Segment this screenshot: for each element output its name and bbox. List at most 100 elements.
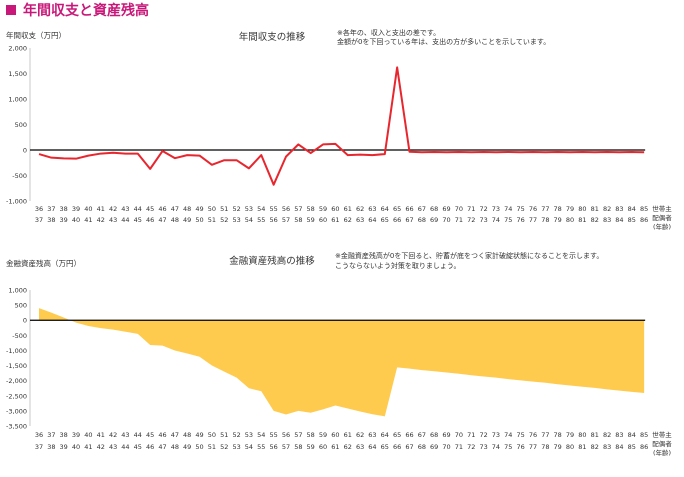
chart1-xtick-row1: 83 [615,205,623,213]
chart1-line-series [38,66,645,186]
chart2-xtick-row1: 50 [208,431,216,439]
chart2-xtick-row2: 64 [368,443,376,451]
chart2-xtick-row1: 66 [405,431,413,439]
chart1-xtick-row2: 73 [479,216,487,224]
chart2-xtick-row1: 69 [442,431,450,439]
chart1-xtick-row2: 47 [158,216,166,224]
chart1-xtick-row2: 38 [47,216,55,224]
chart2-xtick-row2: 57 [282,443,290,451]
chart2-xtick-row2: 80 [566,443,574,451]
chart1-xtick-row1: 62 [356,205,364,213]
chart1-xtick-row1: 54 [257,205,265,213]
chart1-xtick-row1: 77 [541,205,549,213]
chart1-note-line: ※各年の、収入と支出の差です。 [337,28,440,37]
chart2-xtick-row1: 58 [307,431,315,439]
chart1-xtick-row2: 77 [529,216,537,224]
chart1-xtick-row2: 63 [356,216,364,224]
chart1-ytick-label: -1,000 [6,198,27,206]
chart2-xtick-row1: 75 [517,431,525,439]
chart1-xtick-row2: 54 [245,216,253,224]
chart1-xtick-row2: 71 [455,216,463,224]
chart1-xtick-row1: 64 [381,205,389,213]
chart2-xtick-row2: 42 [97,443,105,451]
chart2-xtick-row2: 46 [146,443,154,451]
chart2-ytick-label: -1,500 [6,362,27,370]
chart2-xtick-row2: 53 [232,443,240,451]
chart2-xtick-row1: 46 [158,431,166,439]
chart1-xtick-row2: 40 [72,216,80,224]
chart2-xtick-row2: 61 [331,443,339,451]
chart2-xtick-row2: 66 [393,443,401,451]
chart2-x-unit: (年齢) [653,448,671,457]
chart2-xtick-row2: 40 [72,443,80,451]
chart1-xtick-row1: 44 [134,205,142,213]
chart1-x-unit: (年齢) [653,222,671,231]
chart1-xtick-row1: 50 [208,205,216,213]
chart1-xtick-row2: 58 [294,216,302,224]
chart2-ytick-label: -3,500 [6,423,27,431]
chart2-xtick-row2: 79 [554,443,562,451]
chart2-xtick-row1: 74 [504,431,512,439]
chart2-x-unit: 世帯主 [652,430,672,439]
chart2-xtick-row1: 52 [232,431,240,439]
chart1-xtick-row2: 86 [640,216,648,224]
chart1-xtick-row1: 43 [121,205,129,213]
chart1-xtick-row2: 46 [146,216,154,224]
chart1-xtick-row2: 83 [603,216,611,224]
chart2-xtick-row1: 71 [467,431,475,439]
chart2-xtick-row2: 59 [307,443,315,451]
chart2-xtick-row2: 84 [615,443,623,451]
chart2-ylabel: 金融資産残高（万円） [6,258,81,268]
chart2-xtick-row1: 36 [35,431,43,439]
chart2-xtick-row2: 45 [134,443,142,451]
chart2-ytick-label: -3,000 [6,407,27,415]
chart1-xtick-row2: 52 [220,216,228,224]
chart1-xtick-row2: 80 [566,216,574,224]
chart2-xtick-row1: 39 [72,431,80,439]
chart2-xtick-row1: 63 [368,431,376,439]
chart2-xtick-row1: 84 [628,431,636,439]
chart1-xtick-row1: 55 [270,205,278,213]
charts-canvas: 年間収支（万円） 年間収支の推移 ※各年の、収入と支出の差です。金額が0を下回ってい… [6,28,672,457]
chart2-xtick-row2: 72 [467,443,475,451]
chart1-xtick-row1: 65 [393,205,401,213]
chart1-xtick-row2: 64 [368,216,376,224]
chart2-xtick-row1: 40 [84,431,92,439]
chart1-xtick-row2: 56 [270,216,278,224]
chart2-xtick-row2: 70 [442,443,450,451]
chart2-xtick-row2: 56 [270,443,278,451]
chart1-xtick-row1: 52 [232,205,240,213]
chart1-xtick-row2: 60 [319,216,327,224]
chart2-xtick-row2: 86 [640,443,648,451]
chart2-xtick-row2: 39 [60,443,68,451]
chart2-xtick-row2: 69 [430,443,438,451]
chart1-xtick-row1: 71 [467,205,475,213]
chart1-xtick-row1: 80 [578,205,586,213]
chart2-xtick-row2: 76 [517,443,525,451]
chart1-ytick-label: 0 [23,147,27,155]
chart2-xtick-row1: 77 [541,431,549,439]
chart2-xtick-row1: 70 [455,431,463,439]
chart2-xtick-row2: 83 [603,443,611,451]
chart2-xtick-row1: 76 [529,431,537,439]
chart1-xtick-row2: 50 [195,216,203,224]
chart2-ytick-label: -2,000 [6,377,27,385]
chart2-xtick-row1: 85 [640,431,648,439]
chart1-xtick-row2: 41 [84,216,92,224]
chart1-xtick-row1: 68 [430,205,438,213]
chart1-xtick-row1: 61 [344,205,352,213]
chart1-xtick-row2: 65 [381,216,389,224]
chart2-xtick-row2: 67 [405,443,413,451]
chart2-xtick-row1: 38 [60,431,68,439]
chart1-xtick-row2: 61 [331,216,339,224]
chart2-ytick-label: 1,000 [8,287,27,295]
chart2-xtick-row1: 60 [331,431,339,439]
chart2-xtick-row1: 57 [294,431,302,439]
chart1-ylabel: 年間収支（万円） [6,30,66,40]
chart2-xtick-row1: 49 [195,431,203,439]
chart2-xtick-row2: 65 [381,443,389,451]
chart1-note-line: 金額が0を下回っている年は、支出の方が多いことを示しています。 [337,37,550,46]
chart2-xtick-row2: 71 [455,443,463,451]
chart2-xtick-row1: 54 [257,431,265,439]
chart1-xtick-row1: 51 [220,205,228,213]
